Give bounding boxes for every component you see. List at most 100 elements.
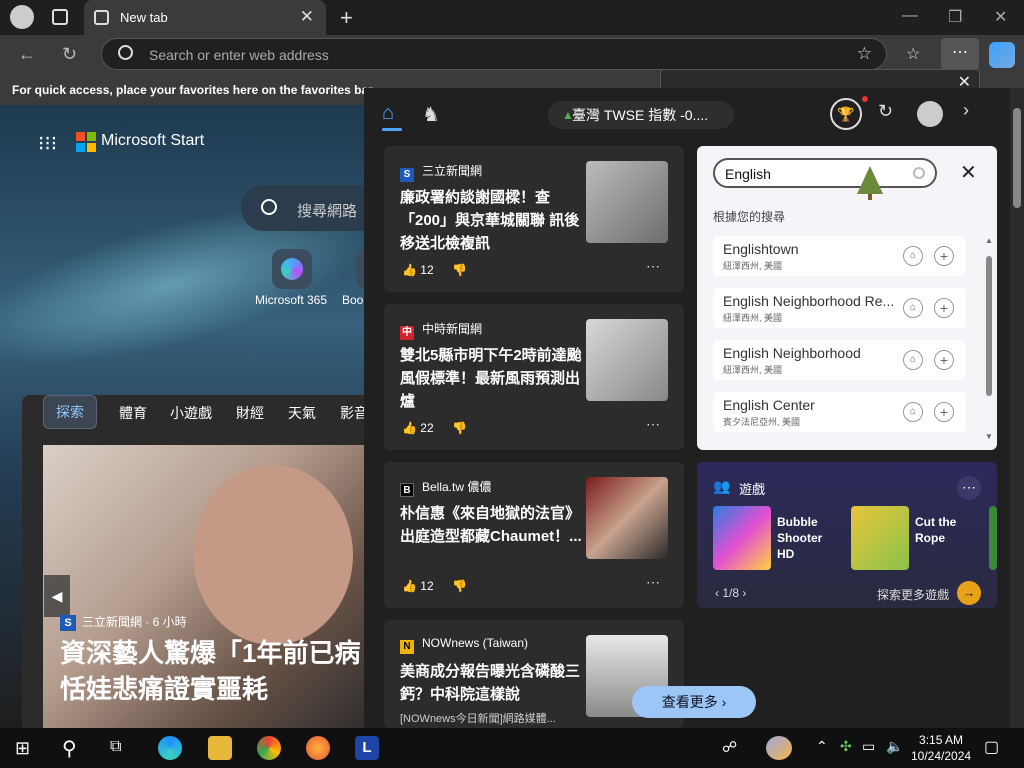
volume-icon[interactable]: 🔈: [886, 738, 903, 755]
windows-start-icon[interactable]: ⊞: [15, 738, 30, 759]
location-suggestion[interactable]: English Center 賓夕法尼亞州, 美國 ⌂ +: [713, 392, 966, 432]
news-headline[interactable]: 廉政署約談謝國樑！查「200」與京華城關聯 訊後移送北檢複訊: [400, 186, 582, 255]
carousel-prev-icon[interactable]: ◀: [44, 575, 70, 617]
tab-sports[interactable]: 體育: [119, 403, 147, 423]
close-window-icon[interactable]: ✕: [994, 7, 1007, 27]
address-bar[interactable]: Search or enter web address ☆: [101, 38, 887, 70]
search-icon[interactable]: ⚲: [62, 736, 77, 761]
close-tab-icon[interactable]: ✕: [300, 7, 314, 27]
prev-icon[interactable]: ‹: [715, 586, 719, 600]
user-avatar[interactable]: [917, 101, 943, 127]
tab-weather[interactable]: 天氣: [288, 403, 316, 423]
dislike-icon[interactable]: 👎: [452, 421, 467, 435]
tab-video[interactable]: 影音: [340, 403, 364, 423]
set-home-icon[interactable]: ⌂: [903, 298, 923, 318]
tab-new-tab[interactable]: New tab ✕: [84, 0, 326, 35]
tab-finance[interactable]: 財經: [236, 403, 264, 423]
dislike-icon[interactable]: 👎: [452, 263, 467, 277]
restore-icon[interactable]: ❐: [948, 7, 962, 27]
news-thumbnail[interactable]: [586, 477, 668, 559]
new-tab-button[interactable]: +: [340, 5, 353, 31]
search-icon: [118, 45, 133, 60]
copilot-icon[interactable]: [989, 42, 1015, 68]
hero-headline[interactable]: 資深藝人驚爆「1年前已病 恬娃悲痛證實噩耗: [60, 635, 364, 707]
more-options-icon[interactable]: ⋯: [646, 258, 660, 275]
like-button[interactable]: 👍 12: [402, 579, 434, 593]
news-headline[interactable]: 美商成分報告曝光含磷酸三鈣？中科院這樣說: [400, 660, 582, 706]
refresh-icon[interactable]: ↻: [878, 101, 893, 122]
chrome-icon[interactable]: [257, 736, 281, 760]
web-search-box[interactable]: 搜尋網路: [241, 185, 364, 231]
news-card[interactable]: 中中時新聞網 雙北5縣市明下午2時前達颱風假標準！最新風雨預測出爐 👍 22 👎…: [384, 304, 684, 450]
set-home-icon[interactable]: ⌂: [903, 246, 923, 266]
arrow-right-icon[interactable]: →: [957, 581, 981, 605]
refresh-icon[interactable]: ↻: [62, 44, 77, 65]
brand-title: Microsoft Start: [101, 132, 205, 149]
news-headline[interactable]: 雙北5縣市明下午2時前達颱風假標準！最新風雨預測出爐: [400, 344, 582, 413]
set-home-icon[interactable]: ⌂: [903, 350, 923, 370]
back-icon[interactable]: ←: [18, 44, 36, 65]
profile-avatar[interactable]: [10, 5, 34, 29]
tray-app-icon[interactable]: ✣: [840, 738, 852, 755]
edge-icon[interactable]: [158, 736, 182, 760]
firefox-icon[interactable]: [306, 736, 330, 760]
tray-expand-icon[interactable]: ⌃: [816, 738, 828, 755]
location-search-input[interactable]: English: [713, 158, 937, 188]
notifications-icon[interactable]: ▢: [984, 737, 999, 757]
network-icon[interactable]: ▭: [862, 738, 875, 755]
like-button[interactable]: 👍 12: [402, 263, 434, 277]
news-thumbnail[interactable]: [586, 319, 668, 401]
title-bar: New tab ✕ + — ❐ ✕: [0, 0, 1024, 35]
game-title[interactable]: Bubble Shooter HD: [777, 514, 841, 562]
see-more-button[interactable]: 查看更多 ›: [632, 686, 756, 718]
close-icon[interactable]: ✕: [960, 160, 977, 185]
rewards-icon[interactable]: 🏆: [830, 98, 862, 130]
weather-icon[interactable]: [766, 736, 792, 760]
tab-actions-icon[interactable]: [52, 9, 68, 25]
more-options-icon[interactable]: ⋯: [646, 574, 660, 591]
add-location-icon[interactable]: +: [934, 246, 954, 266]
add-location-icon[interactable]: +: [934, 298, 954, 318]
news-thumbnail[interactable]: [586, 161, 668, 243]
task-view-icon[interactable]: ⧉: [110, 738, 121, 756]
more-options-icon[interactable]: ⋯: [646, 416, 660, 433]
clock[interactable]: 3:15 AM 10/24/2024: [911, 732, 971, 764]
microsoft-365-icon[interactable]: [272, 249, 312, 289]
cut-the-rope-thumbnail[interactable]: [851, 506, 909, 570]
like-button[interactable]: 👍 22: [402, 421, 434, 435]
chevron-right-icon[interactable]: ›: [963, 100, 969, 121]
location-suggestion[interactable]: English Neighborhood 紐澤西州, 美國 ⌂ +: [713, 340, 966, 380]
dropdown-scrollbar[interactable]: ▲ ▼: [985, 236, 993, 446]
next-icon[interactable]: ›: [742, 586, 746, 600]
explore-games-link[interactable]: 探索更多遊戲: [877, 586, 949, 603]
dislike-icon[interactable]: 👎: [452, 579, 467, 593]
news-card[interactable]: B Bella.tw 儂儂 朴信惠《來自地獄的法官》出庭造型都藏Chaumet！.…: [384, 462, 684, 608]
chess-icon[interactable]: ♞: [422, 102, 440, 127]
location-suggestion[interactable]: English Neighborhood Re... 紐澤西州, 美國 ⌂ +: [713, 288, 966, 328]
file-explorer-icon[interactable]: [208, 736, 232, 760]
set-home-icon[interactable]: ⌂: [903, 402, 923, 422]
news-card[interactable]: S 三立新聞網 廉政署約談謝國樑！查「200」與京華城關聯 訊後移送北檢複訊 👍 …: [384, 146, 684, 292]
app-icon[interactable]: [356, 249, 364, 289]
next-game-thumbnail[interactable]: [989, 506, 997, 570]
tab-games[interactable]: 小遊戲: [170, 403, 212, 423]
tab-explore[interactable]: 探索: [43, 395, 97, 429]
add-location-icon[interactable]: +: [934, 350, 954, 370]
panel-scrollbar[interactable]: [1010, 88, 1024, 728]
news-headline[interactable]: 朴信惠《來自地獄的法官》出庭造型都藏Chaumet！...: [400, 502, 582, 548]
app-l-icon[interactable]: L: [355, 736, 379, 760]
add-location-icon[interactable]: +: [934, 402, 954, 422]
favorite-star-icon[interactable]: ☆: [857, 44, 872, 64]
home-icon[interactable]: ⌂: [382, 102, 402, 124]
bubble-shooter-thumbnail[interactable]: [713, 506, 771, 570]
tab-title: New tab: [120, 10, 168, 25]
game-title[interactable]: Cut the Rope: [915, 514, 979, 546]
more-options-icon[interactable]: ⋯: [957, 476, 981, 500]
minimize-icon[interactable]: —: [902, 7, 918, 25]
apps-grid-icon[interactable]: ⁝⁝⁝: [38, 131, 57, 156]
favorites-icon[interactable]: ☆: [906, 44, 920, 64]
location-suggestion[interactable]: Englishtown 紐澤西州, 美國 ⌂ +: [713, 236, 966, 276]
people-icon[interactable]: ☍: [722, 738, 737, 756]
settings-more-button[interactable]: ⋯: [941, 38, 979, 70]
stock-ticker[interactable]: ▲ 臺灣 TWSE 指數 -0....: [548, 101, 734, 129]
